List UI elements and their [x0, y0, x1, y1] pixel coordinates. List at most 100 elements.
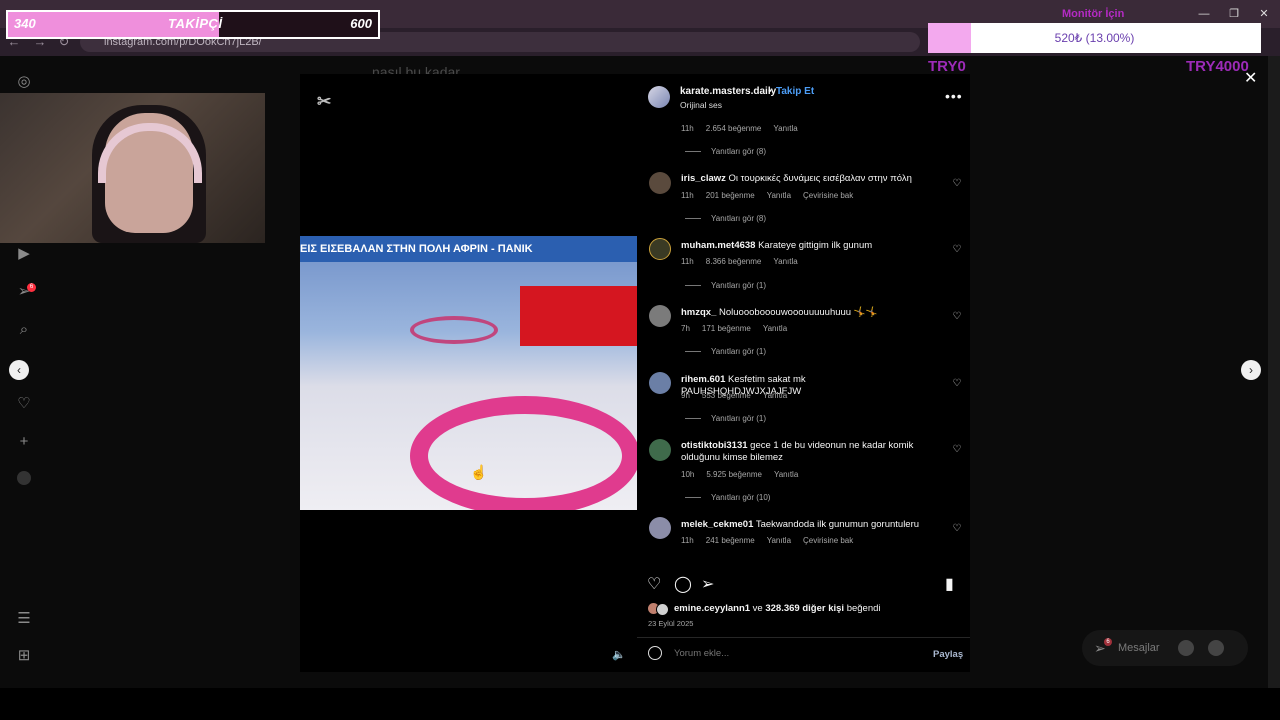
close-icon[interactable]: ✕ — [1244, 68, 1257, 88]
view-replies[interactable]: Yanıtları gör (10) — [685, 493, 770, 502]
mute-icon[interactable]: 🔈 — [612, 648, 626, 661]
reply-button[interactable]: Yanıtla — [763, 324, 787, 333]
follow-button[interactable]: Takip Et — [776, 86, 814, 97]
comment-avatar[interactable] — [649, 517, 671, 539]
comment-meta: 10h 5.925 beğenme Yanıtla — [681, 470, 810, 479]
scrollbar[interactable] — [1268, 56, 1280, 688]
heart-icon[interactable]: ♡ — [951, 378, 963, 390]
comment-avatar[interactable] — [649, 238, 671, 260]
menu-icon[interactable]: ☰ — [14, 609, 34, 629]
comment-user[interactable]: melek_cekme01 — [681, 519, 753, 530]
more-icon[interactable]: ⊞ — [14, 646, 34, 666]
translate-button[interactable]: Çevirisine bak — [803, 191, 853, 200]
video-caption-band: ΕΙΣ ΕΙΣΕΒΑΛΑΝ ΣΤΗΝ ΠΟΛΗ ΑΦΡΙΝ - ΠΑΝΙΚ — [300, 236, 637, 262]
next-post-button[interactable]: › — [1241, 360, 1261, 380]
likes-others[interactable]: 328.369 diğer kişi — [765, 603, 844, 614]
liker-avatar — [656, 603, 669, 616]
video-logo — [410, 396, 637, 510]
taskbar — [0, 688, 1280, 720]
reply-button[interactable]: Yanıtla — [773, 124, 797, 133]
comment-likes[interactable]: 2.654 beğenme — [706, 124, 762, 133]
reply-button[interactable]: Yanıtla — [773, 257, 797, 266]
reply-button[interactable]: Yanıtla — [767, 191, 791, 200]
comment-likes[interactable]: 553 beğenme — [702, 391, 751, 400]
view-replies[interactable]: Yanıtları gör (1) — [685, 347, 766, 356]
more-options-icon[interactable]: ••• — [945, 88, 963, 104]
create-icon[interactable]: + — [14, 432, 34, 452]
comment-avatar[interactable] — [649, 372, 671, 394]
post-video[interactable]: ΕΙΣ ΕΙΣΕΒΑΛΑΝ ΣΤΗΝ ΠΟΛΗ ΑΦΡΙΝ - ΠΑΝΙΚ — [300, 236, 637, 510]
comment-likes[interactable]: 5.925 beğenme — [706, 470, 762, 479]
search-icon[interactable]: ⌕ — [14, 320, 34, 340]
emoji-icon[interactable] — [648, 646, 662, 660]
comment-text: hmzqx_ Noluooobooouwooouuuuuhuuu 🤸🤸 — [681, 307, 921, 319]
reply-button[interactable]: Yanıtla — [774, 470, 798, 479]
view-replies[interactable]: Yanıtları gör (8) — [685, 147, 766, 156]
reply-button[interactable]: Yanıtla — [763, 391, 787, 400]
comment-avatar[interactable] — [649, 305, 671, 327]
audio-label[interactable]: Orijinal ses — [680, 100, 722, 110]
translate-button[interactable]: Çevirisine bak — [803, 536, 853, 545]
post-header: karate.masters.daily • Takip Et Orijinal… — [637, 74, 970, 118]
follower-label: TAKİPÇİ — [168, 16, 223, 31]
comment-body: Taekwandoda ilk gunumun goruntuleru — [755, 519, 920, 530]
comment-likes[interactable]: 241 beğenme — [706, 536, 755, 545]
profile-icon[interactable] — [17, 471, 31, 485]
messages-badge: 6 — [1104, 638, 1112, 646]
separator-dot: • — [768, 86, 772, 97]
comment-body: Noluooobooouwooouuuuuhuuu 🤸🤸 — [719, 307, 878, 318]
comment-time: 11h — [681, 124, 694, 133]
minimize-button[interactable]: — — [1194, 6, 1214, 22]
likes-and: ve — [750, 603, 766, 614]
heart-icon[interactable]: ♡ — [951, 444, 963, 456]
comment-body: Karateye gittigim ilk gunum — [758, 240, 873, 251]
avatar[interactable] — [648, 86, 670, 108]
like-icon[interactable]: ♡ — [647, 574, 661, 594]
maximize-button[interactable]: ❐ — [1224, 6, 1244, 22]
comment-text: muham.met4638 Karateye gittigim ilk gunu… — [681, 240, 921, 252]
mouse-cursor: ☝ — [470, 464, 488, 480]
comment-avatar[interactable] — [649, 439, 671, 461]
heart-icon[interactable]: ♡ — [951, 244, 963, 256]
view-replies[interactable]: Yanıtları gör (1) — [685, 281, 766, 290]
comment-avatar[interactable] — [649, 172, 671, 194]
comment-likes[interactable]: 171 beğenme — [702, 324, 751, 333]
heart-icon[interactable]: ♡ — [951, 523, 963, 535]
comment-user[interactable]: hmzqx_ — [681, 307, 716, 318]
messages-label: Mesajlar — [1118, 642, 1160, 654]
view-replies[interactable]: Yanıtları gör (8) — [685, 214, 766, 223]
view-replies-label: Yanıtları gör (1) — [711, 347, 766, 356]
heart-icon[interactable]: ♡ — [14, 394, 34, 414]
heart-icon[interactable]: ♡ — [951, 178, 963, 190]
previous-post-button[interactable]: ‹ — [9, 360, 29, 380]
comment-likes[interactable]: 201 beğenme — [706, 191, 755, 200]
messages-button[interactable]: ➢ 6 Mesajlar — [1082, 630, 1248, 666]
post-username[interactable]: karate.masters.daily — [680, 86, 776, 97]
comment-user[interactable]: rihem.601 — [681, 374, 725, 385]
comment-text: iris_clawz Οι τουρκικές δυνάμεις εισέβαλ… — [681, 173, 921, 185]
comment-input[interactable] — [674, 648, 914, 659]
reels-icon[interactable]: ▶ — [14, 244, 34, 264]
window-close-button[interactable]: ✕ — [1254, 6, 1274, 22]
comment-user[interactable]: muham.met4638 — [681, 240, 755, 251]
donation-goal-amount: 520₺ (13.00%) — [1054, 31, 1135, 45]
comment-likes[interactable]: 8.366 beğenme — [706, 257, 762, 266]
avatar — [1208, 640, 1224, 656]
video-sofa — [520, 286, 637, 346]
comment-meta: 11h 8.366 beğenme Yanıtla — [681, 257, 810, 266]
bookmark-icon[interactable]: ▮ — [945, 574, 954, 594]
share-icon[interactable]: ➢ — [701, 574, 714, 594]
follower-goal-overlay: 340 TAKİPÇİ 600 — [6, 10, 380, 39]
share-button[interactable]: Paylaş — [933, 649, 963, 660]
reply-button[interactable]: Yanıtla — [767, 536, 791, 545]
heart-icon[interactable]: ♡ — [951, 311, 963, 323]
comment-icon[interactable]: ◯ — [674, 574, 692, 594]
comment-time: 11h — [681, 536, 694, 545]
comment-time: 11h — [681, 257, 694, 266]
view-replies[interactable]: Yanıtları gör (1) — [685, 414, 766, 423]
comment-user[interactable]: iris_clawz — [681, 173, 726, 184]
instagram-icon[interactable]: ◎ — [14, 72, 34, 92]
comment-user[interactable]: otistiktobi3131 — [681, 440, 748, 451]
follower-count: 340 — [14, 16, 36, 31]
liker-username[interactable]: emine.ceyylann1 — [674, 603, 750, 614]
